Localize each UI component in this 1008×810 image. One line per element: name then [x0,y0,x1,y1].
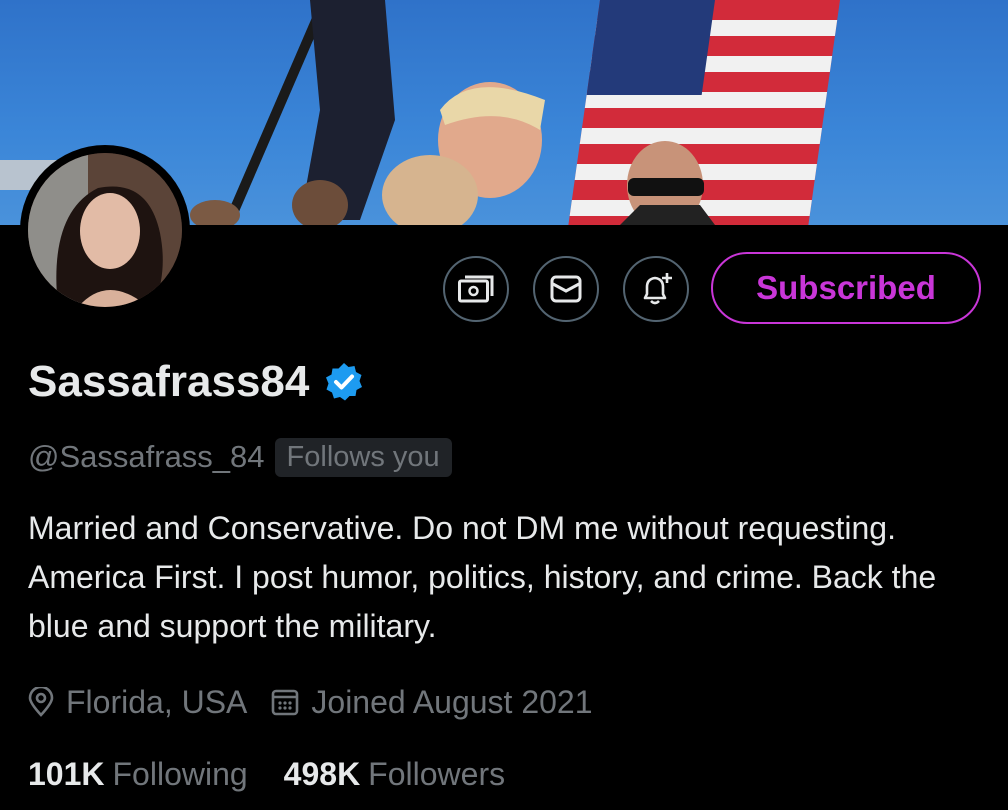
display-name-row: Sassafrass84 [28,352,365,412]
join-date: Joined August 2021 [271,683,593,721]
display-name: Sassafrass84 [28,357,310,406]
following-link[interactable]: 101K Following [28,756,248,793]
handle: @Sassafrass_84 [28,439,265,474]
bell-plus-icon [643,273,672,305]
location: Florida, USA [28,684,247,721]
following-count: 101K [28,755,105,792]
tip-button[interactable] [443,256,509,322]
followers-link[interactable]: 498K Followers [284,756,505,793]
followers-count: 498K [283,755,361,792]
profile-meta: Florida, USA Joined August 2021 [28,678,617,726]
message-button[interactable] [533,256,599,322]
verified-badge-icon[interactable] [323,361,365,403]
bio: Married and Conservative. Do not DM me w… [28,510,937,644]
money-icon [458,275,494,303]
subscribed-button[interactable]: Subscribed [711,252,981,324]
envelope-icon [550,275,582,303]
location-pin-icon [28,687,54,717]
follows-you-badge: Follows you [274,437,452,477]
calendar-icon [272,689,299,716]
location-text: Florida, USA [66,683,248,720]
profile-actions: Subscribed [0,252,1008,324]
following-label: Following [112,755,248,792]
followers-label: Followers [368,755,506,792]
notifications-button[interactable] [623,256,689,322]
handle-row: @Sassafrass_84 Follows you [28,434,452,480]
join-date-text: Joined August 2021 [311,683,593,720]
follow-stats: 101K Following 498K Followers [28,750,541,798]
